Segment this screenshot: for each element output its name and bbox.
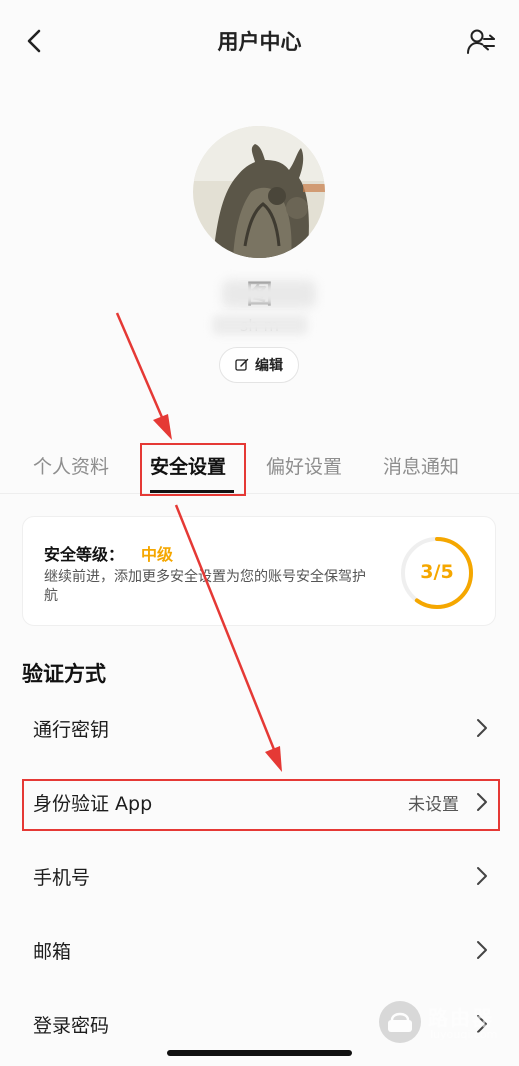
tab-preferences[interactable]: 偏好设置 bbox=[266, 452, 342, 479]
edit-icon bbox=[235, 358, 249, 371]
highlight-box-authenticator-app bbox=[22, 779, 500, 831]
redacted-name bbox=[222, 280, 316, 308]
chevron-right-icon bbox=[477, 941, 487, 959]
edit-profile-button[interactable]: 编辑 bbox=[219, 347, 299, 383]
edit-label: 编辑 bbox=[255, 358, 283, 374]
watermark-logo: 路由器 luyouqi.com bbox=[376, 996, 506, 1048]
page-title: 用户中心 bbox=[217, 30, 302, 54]
home-indicator bbox=[167, 1050, 352, 1056]
security-level-label: 安全等级： bbox=[44, 545, 125, 564]
list-item-phone[interactable]: 手机号 bbox=[0, 841, 519, 913]
list-item-passkey[interactable]: 通行密钥 bbox=[0, 693, 519, 765]
security-level-description: 继续前进，添加更多安全设置为您的账号安全保驾护航 bbox=[44, 569, 366, 604]
tab-bar: 个人资料 安全设置 偏好设置 消息通知 bbox=[0, 440, 519, 494]
list-item-email[interactable]: 邮箱 bbox=[0, 915, 519, 987]
avatar[interactable] bbox=[193, 126, 325, 258]
chevron-right-icon bbox=[477, 867, 487, 885]
list-item-label: 登录密码 bbox=[33, 1015, 110, 1037]
security-level-value: 中级 bbox=[141, 545, 174, 564]
watermark-title: 路由器 bbox=[428, 1006, 494, 1030]
security-level-card: 安全等级： 中级 继续前进，添加更多安全设置为您的账号安全保驾护航 3/5 bbox=[22, 516, 496, 626]
chevron-right-icon bbox=[477, 719, 487, 737]
list-item-label: 邮箱 bbox=[33, 941, 72, 963]
highlight-box-security-tab bbox=[140, 443, 246, 496]
security-score: 3/5 bbox=[420, 561, 454, 583]
user-switch-icon[interactable] bbox=[465, 26, 497, 58]
tab-profile[interactable]: 个人资料 bbox=[33, 452, 109, 479]
watermark-subtitle: luyouqi.com bbox=[430, 1028, 498, 1041]
list-item-label: 通行密钥 bbox=[33, 719, 110, 741]
verification-section-title: 验证方式 bbox=[22, 662, 106, 686]
header: 用户中心 bbox=[0, 0, 519, 84]
tab-notifications[interactable]: 消息通知 bbox=[383, 452, 459, 479]
redacted-email bbox=[212, 315, 308, 335]
list-item-label: 手机号 bbox=[33, 867, 91, 889]
